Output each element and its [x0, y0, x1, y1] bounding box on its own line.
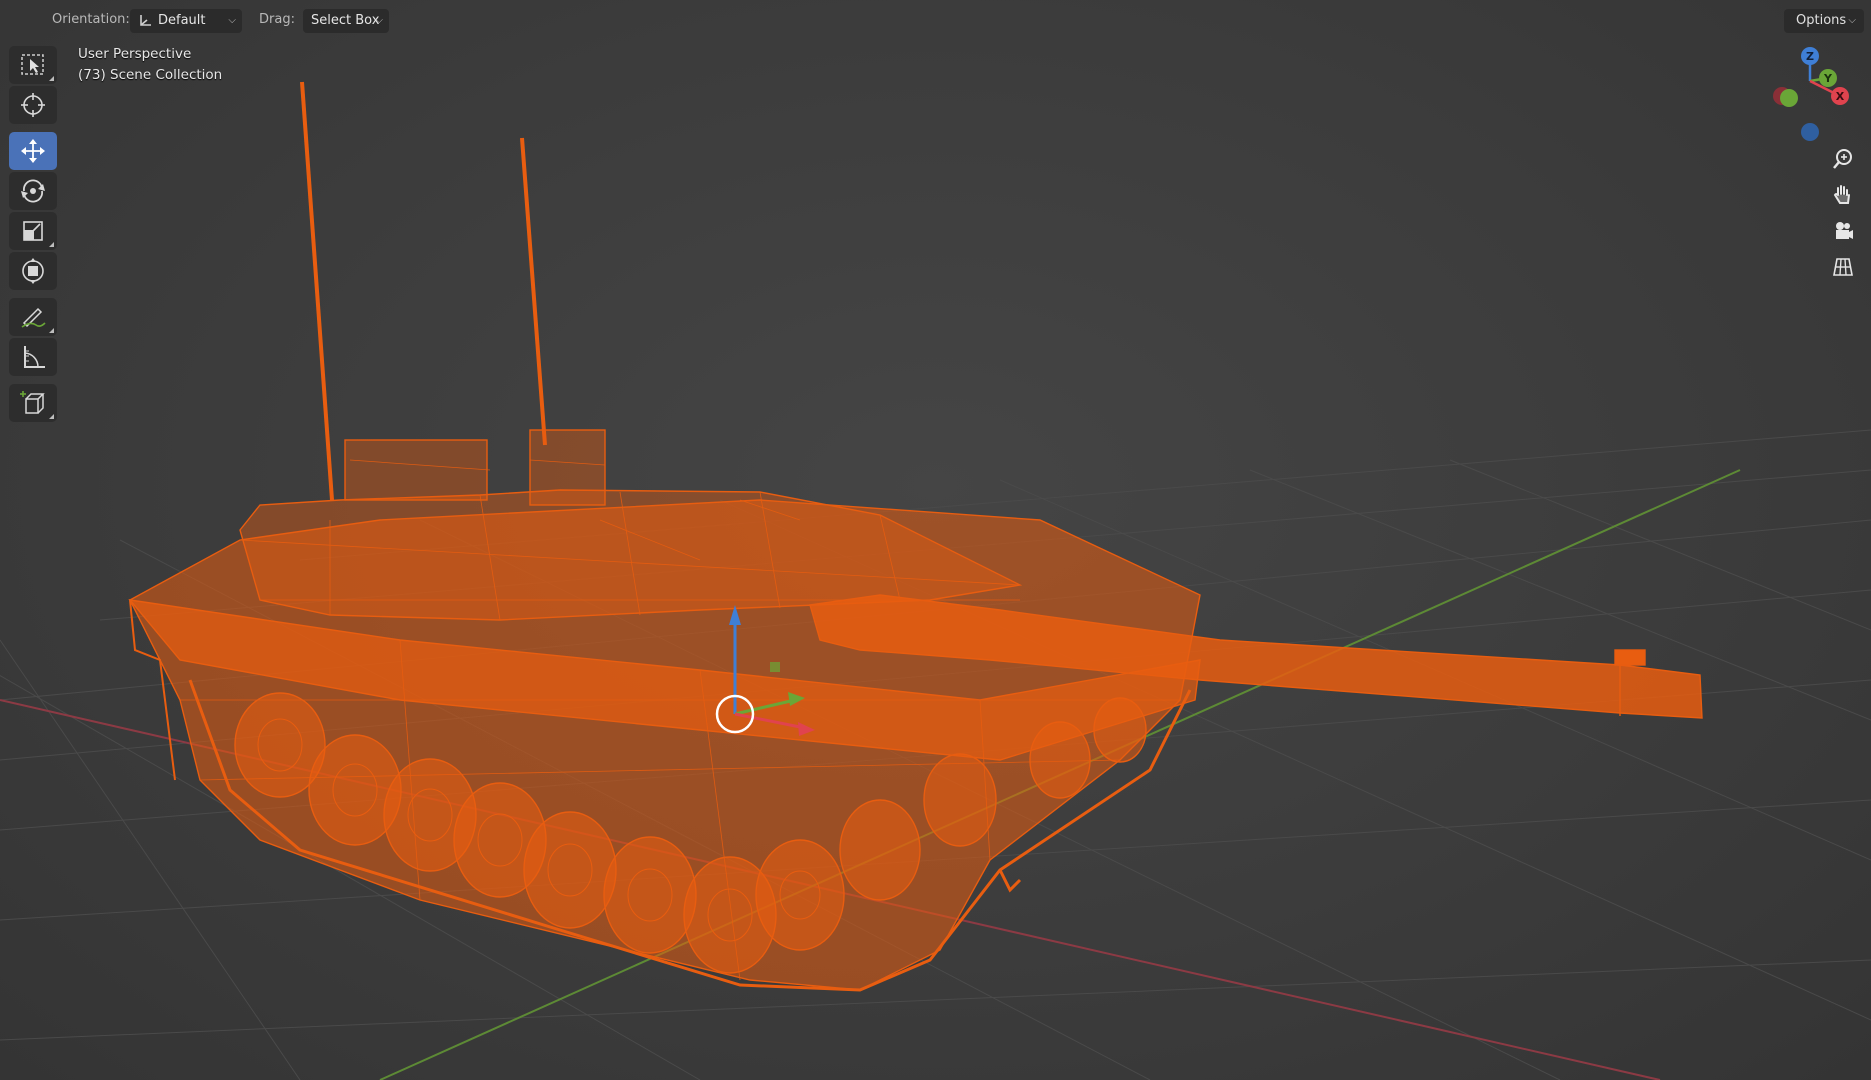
add-cube-icon: [20, 391, 45, 414]
camera-view-button[interactable]: [1826, 215, 1860, 247]
drag-dropdown[interactable]: Select Box ⌵: [303, 9, 389, 33]
ortho-toggle-button[interactable]: [1826, 251, 1860, 283]
rotate-icon: [21, 179, 45, 203]
pan-button[interactable]: [1826, 179, 1860, 211]
gizmo-neg-z-axis[interactable]: [1801, 123, 1819, 141]
orientation-axes-icon: [140, 15, 151, 26]
drag-label: Drag:: [259, 12, 295, 27]
drag-value: Select Box: [311, 13, 380, 28]
chevron-down-icon: ⌵: [228, 15, 236, 26]
view-name: User Perspective: [78, 46, 192, 62]
measure-tool[interactable]: [9, 338, 57, 376]
options-dropdown[interactable]: Options ⌵: [1784, 9, 1864, 33]
zoom-icon: [1833, 149, 1852, 169]
chevron-down-icon: ⌵: [1848, 15, 1856, 26]
gizmo-neg-y-axis[interactable]: [1780, 89, 1798, 107]
select-box-icon: [21, 54, 44, 75]
transform-icon: [22, 258, 44, 284]
navigation-gizmo[interactable]: Z Y X: [1760, 44, 1860, 144]
transform-tool[interactable]: [9, 252, 57, 290]
move-tool[interactable]: [9, 132, 57, 170]
orientation-value: Default: [158, 13, 206, 28]
viewport-scene: [0, 81, 1871, 1080]
chevron-down-icon: ⌵: [375, 15, 383, 26]
3d-viewport[interactable]: Orientation: Default ⌵ Drag: Select Box …: [0, 0, 1871, 1080]
move-icon: [21, 139, 45, 163]
viewport-header: Orientation: Default ⌵ Drag: Select Box …: [0, 0, 1871, 42]
svg-text:Y: Y: [1823, 72, 1833, 85]
add-cube-tool[interactable]: [9, 384, 57, 422]
orientation-dropdown[interactable]: Default ⌵: [130, 9, 242, 33]
select-box-tool[interactable]: [9, 46, 57, 84]
cursor-tool[interactable]: [9, 86, 57, 124]
annotate-icon: [21, 307, 46, 328]
zoom-button[interactable]: [1826, 143, 1860, 175]
tank-model: [128, 81, 1703, 992]
camera-icon: [1836, 222, 1853, 239]
grid-icon: [1833, 258, 1853, 276]
options-label: Options: [1796, 13, 1847, 28]
measure-icon: [24, 346, 45, 368]
svg-text:X: X: [1836, 90, 1845, 103]
rotate-tool[interactable]: [9, 172, 57, 210]
collection-info: (73) Scene Collection: [78, 67, 223, 83]
cursor-icon: [21, 93, 45, 117]
scale-icon: [23, 221, 43, 241]
svg-text:Z: Z: [1806, 50, 1814, 63]
scale-tool[interactable]: [9, 212, 57, 250]
pan-hand-icon: [1833, 185, 1850, 204]
annotate-tool[interactable]: [9, 298, 57, 336]
orientation-label: Orientation:: [52, 12, 130, 27]
